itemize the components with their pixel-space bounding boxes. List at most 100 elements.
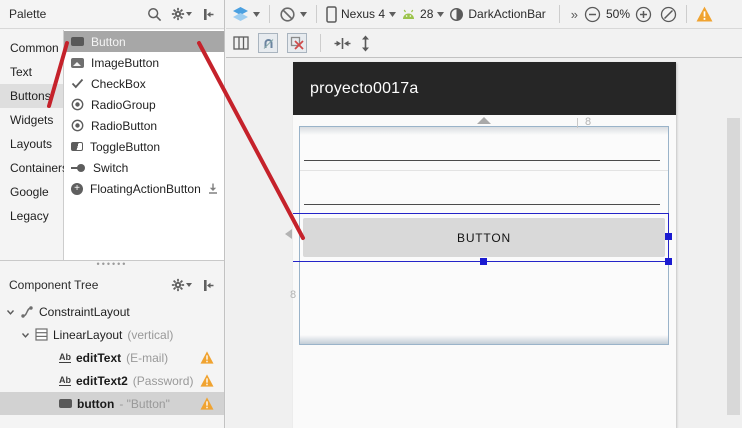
chevron-down-icon [253,11,260,17]
gear-icon[interactable] [171,278,192,292]
zoom-to-fit-button[interactable] [660,6,677,23]
view-options-icon[interactable] [233,36,249,50]
component-tree: ConstraintLayout LinearLayout (vertical)… [0,300,224,428]
constraint-toolbar [226,29,742,58]
fab-icon: + [71,182,83,195]
warnings-button[interactable] [696,6,713,22]
palette-item-button[interactable]: Button [64,31,224,52]
pack-horizontal-icon[interactable] [334,37,351,50]
chevron-down-icon [437,11,445,17]
device-selector[interactable]: Nexus 4 [326,5,397,23]
chevron-expanded-icon[interactable] [21,331,30,339]
button-icon [59,399,72,408]
selection-outline [293,213,669,262]
switch-icon [71,163,86,172]
image-button-icon [71,57,84,68]
canvas-vertical-scrollbar[interactable] [727,118,740,415]
android-icon [401,9,416,20]
palette-item-switch[interactable]: Switch [64,157,224,178]
search-icon[interactable] [147,7,162,22]
left-panel: Palette Common Text Buttons Widgets Layo… [0,0,225,428]
left-anchor-arrow-icon [285,229,292,239]
resize-handle-bottom[interactable] [480,258,487,265]
palette-category-text[interactable]: Text [0,60,63,84]
palette-category-common[interactable]: Common [0,36,63,60]
theme-icon [449,7,464,22]
palette-category-legacy[interactable]: Legacy [0,204,63,228]
radio-group-icon [71,98,84,111]
tree-node-constraintlayout[interactable]: ConstraintLayout [0,300,224,323]
radio-button-icon [71,119,84,132]
zoom-out-button[interactable] [584,6,601,23]
chevron-down-icon [300,11,307,17]
margin-top-label: 8 [585,116,592,128]
resize-handle-right[interactable] [665,233,672,240]
tree-node-edittext[interactable]: Ab editText (E-mail) [0,346,224,369]
collapse-panel-icon[interactable] [201,8,215,21]
orientation-selector[interactable] [279,6,307,23]
palette-category-buttons[interactable]: Buttons [0,84,63,108]
tree-node-button[interactable]: button - "Button" [0,392,224,415]
constraint-layout-icon [20,305,34,319]
app-title: proyecto0017a [310,79,419,97]
palette-title: Palette [9,7,47,21]
warning-icon [200,397,214,410]
palette-category-widgets[interactable]: Widgets [0,108,63,132]
tree-node-edittext2[interactable]: Ab editText2 (Password) [0,369,224,392]
palette-item-togglebutton[interactable]: ToggleButton [64,136,224,157]
app-action-bar: proyecto0017a [293,62,676,115]
linear-layout-icon [35,328,48,341]
design-surface-selector[interactable] [232,6,260,22]
expand-vertical-icon[interactable] [360,35,371,52]
zoom-level: 50% [606,7,631,21]
palette-category-containers[interactable]: Containers [0,156,68,180]
margin-left-label: 8 [290,289,297,301]
button-icon [71,37,84,46]
palette-item-radiogroup[interactable]: RadioGroup [64,94,224,115]
panel-splitter[interactable]: •••••• [0,260,224,272]
api-selector[interactable]: 28 [401,7,445,21]
checkbox-icon [71,78,84,89]
resize-handle-bottom-right[interactable] [665,258,672,265]
design-toolbar-main: Nexus 4 28 DarkActionBar » 50% [226,0,742,29]
zoom-in-button[interactable] [635,6,652,23]
palette-categories: Common Text Buttons Widgets Layouts Cont… [0,30,68,260]
autoconnect-toggle[interactable] [258,33,278,53]
palette-category-google[interactable]: Google [0,180,63,204]
clear-constraints-button[interactable] [287,33,307,53]
edittext-icon: Ab [59,375,71,386]
edittext-icon: Ab [59,352,71,363]
gear-icon[interactable] [171,7,192,21]
warning-icon [200,374,214,387]
palette-body: Common Text Buttons Widgets Layouts Cont… [0,30,224,260]
design-canvas[interactable]: proyecto0017a BUTTON 8 8 [226,58,742,428]
no-orientation-icon [279,6,296,23]
component-tree-header: Component Tree [0,272,224,298]
android-studio-layout-editor: Palette Common Text Buttons Widgets Layo… [0,0,742,428]
edittext-divider [300,170,668,171]
toggle-button-icon [71,142,83,151]
layers-icon [232,6,249,22]
overflow-chevrons[interactable]: » [571,7,578,22]
warning-icon [200,351,214,364]
palette-item-floatingactionbutton[interactable]: + FloatingActionButton [64,178,224,199]
download-icon [208,183,218,194]
tree-node-linearlayout[interactable]: LinearLayout (vertical) [0,323,224,346]
edittext-password-widget[interactable] [304,204,660,205]
palette-item-imagebutton[interactable]: ImageButton [64,52,224,73]
top-anchor-arrow-icon [477,117,491,124]
palette-item-radiobutton[interactable]: RadioButton [64,115,224,136]
chevron-expanded-icon[interactable] [6,308,15,316]
edittext-email-widget[interactable] [304,160,660,161]
phone-icon [326,5,337,23]
component-tree-title: Component Tree [9,278,99,292]
theme-selector[interactable]: DarkActionBar [449,7,546,22]
palette-header: Palette [0,0,224,29]
chevron-down-icon [186,283,192,287]
chevron-down-icon [389,11,397,17]
palette-item-checkbox[interactable]: CheckBox [64,73,224,94]
palette-items: Button ImageButton CheckBox RadioGroup R… [64,30,224,260]
palette-category-layouts[interactable]: Layouts [0,132,63,156]
collapse-panel-icon[interactable] [201,279,215,292]
chevron-down-icon [186,12,192,16]
